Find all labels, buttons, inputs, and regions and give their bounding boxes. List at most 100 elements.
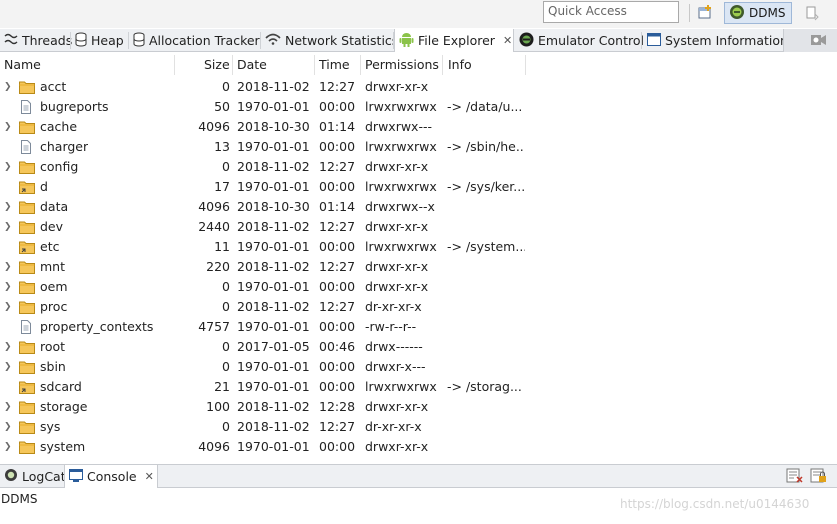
table-row[interactable]: charger 13 1970-01-01 00:00 lrwxrwxrwx -> /sb… — [0, 137, 837, 157]
file-time: 12:27 — [319, 419, 356, 434]
tab-label: System Information — [665, 33, 788, 48]
file-date: 2017-01-05 — [237, 339, 310, 354]
tab-label: Console — [87, 469, 137, 484]
expand-arrow-icon[interactable]: ❯ — [4, 217, 14, 237]
tab-file-explorer[interactable]: File Explorer ✕ — [394, 29, 514, 52]
file-date: 1970-01-01 — [237, 439, 310, 454]
tab-emulator-control[interactable]: Emulator Control — [515, 29, 644, 52]
quick-access-input[interactable]: Quick Access — [543, 1, 679, 23]
column-header-permissions[interactable]: Permissions — [361, 53, 439, 77]
file-name: charger — [40, 139, 89, 154]
expand-arrow-icon[interactable]: ❯ — [4, 297, 14, 317]
perspective-menu-icon[interactable] — [803, 4, 821, 22]
table-row[interactable]: sdcard 21 1970-01-01 00:00 lrwxrwxrwx -> /sto… — [0, 377, 837, 397]
tab-label: Network Statistics — [285, 33, 399, 48]
table-row[interactable]: ❯ sbin 0 1970-01-01 00:00 drwxr-x--- — [0, 357, 837, 377]
file-date: 1970-01-01 — [237, 279, 310, 294]
tab-network-statistics[interactable]: Network Statistics — [261, 29, 398, 52]
column-header-info[interactable]: Info — [444, 53, 472, 77]
expand-arrow-icon[interactable]: ❯ — [4, 337, 14, 357]
table-row[interactable]: d 17 1970-01-01 00:00 lrwxrwxrwx -> /sys/ker.… — [0, 177, 837, 197]
file-name: cache — [40, 119, 78, 134]
table-row[interactable]: ❯ cache 4096 2018-10-30 01:14 drwxrwx--- — [0, 117, 837, 137]
screen-capture-icon[interactable] — [810, 32, 828, 51]
expand-arrow-icon[interactable]: ❯ — [4, 437, 14, 457]
file-permissions: drwxrwx--- — [365, 119, 432, 134]
file-permissions: drwxr-xr-x — [365, 399, 429, 414]
file-permissions: drwxrwx--x — [365, 199, 435, 214]
expand-arrow-icon[interactable]: ❯ — [4, 357, 14, 377]
expand-arrow-icon[interactable]: ❯ — [4, 117, 14, 137]
folder-icon — [19, 400, 35, 414]
column-header-date[interactable]: Date — [233, 53, 267, 77]
table-row[interactable]: ❯ system 4096 1970-01-01 00:00 drwxr-xr-x — [0, 437, 837, 457]
folder-icon — [19, 120, 35, 134]
main-toolbar: Quick Access DDMS — [0, 0, 837, 28]
table-row[interactable]: ❯ data 4096 2018-10-30 01:14 drwxrwx--x — [0, 197, 837, 217]
file-date: 2018-11-02 — [237, 399, 310, 414]
column-header-size[interactable]: Size — [200, 53, 230, 77]
table-row[interactable]: etc 11 1970-01-01 00:00 lrwxrwxrwx -> /system… — [0, 237, 837, 257]
table-row[interactable]: ❯ oem 0 1970-01-01 00:00 drwxr-xr-x — [0, 277, 837, 297]
table-row[interactable]: ❯ storage 100 2018-11-02 12:28 drwxr-xr-x — [0, 397, 837, 417]
table-row[interactable]: ❯ mnt 220 2018-11-02 12:27 drwxr-xr-x — [0, 257, 837, 277]
close-icon[interactable]: ✕ — [145, 470, 154, 483]
folder-icon — [19, 220, 35, 234]
file-size: 4096 — [198, 439, 230, 454]
table-row[interactable]: property_contexts 4757 1970-01-01 00:00 -rw-… — [0, 317, 837, 337]
tab-heap[interactable]: Heap — [71, 29, 129, 52]
file-size: 100 — [206, 399, 230, 414]
expand-arrow-icon[interactable]: ❯ — [4, 417, 14, 437]
file-permissions: dr-xr-xr-x — [365, 299, 422, 314]
tab-logcat[interactable]: LogCat — [0, 465, 66, 488]
column-header-time[interactable]: Time — [315, 53, 350, 77]
file-date: 2018-10-30 — [237, 199, 310, 214]
table-row[interactable]: ❯ root 0 2017-01-05 00:46 drwx------ — [0, 337, 837, 357]
expand-arrow-icon[interactable]: ❯ — [4, 197, 14, 217]
expand-arrow-icon[interactable]: ❯ — [4, 277, 14, 297]
file-date: 2018-11-02 — [237, 299, 310, 314]
table-row[interactable]: ❯ acct 0 2018-11-02 12:27 drwxr-xr-x — [0, 77, 837, 97]
expand-arrow-icon[interactable]: ❯ — [4, 77, 14, 97]
file-time: 00:00 — [319, 439, 356, 454]
ddms-icon — [729, 4, 745, 23]
folder-icon — [19, 300, 35, 314]
file-explorer-table: Name Size Date Time Permissions Info ❯ ac… — [0, 53, 837, 460]
clear-console-icon[interactable] — [786, 468, 804, 487]
file-size: 4757 — [198, 319, 230, 334]
table-row[interactable]: ❯ sys 0 2018-11-02 12:27 dr-xr-xr-x — [0, 417, 837, 437]
expand-arrow-icon[interactable]: ❯ — [4, 257, 14, 277]
file-date: 2018-11-02 — [237, 259, 310, 274]
file-time: 00:00 — [319, 139, 356, 154]
file-size: 220 — [206, 259, 230, 274]
tab-system-information[interactable]: System Information — [643, 29, 788, 52]
open-perspective-icon[interactable] — [696, 4, 714, 22]
tab-allocation-tracker[interactable]: Allocation Tracker — [129, 29, 261, 52]
file-time: 00:00 — [319, 99, 356, 114]
ddms-perspective-button[interactable]: DDMS — [724, 2, 792, 24]
column-header-name[interactable]: Name — [0, 53, 174, 77]
file-name: dev — [40, 219, 64, 234]
file-date: 2018-10-30 — [237, 119, 310, 134]
file-permissions: drwxr-xr-x — [365, 439, 429, 454]
file-icon — [19, 100, 35, 114]
folder-link-icon — [19, 180, 35, 194]
scroll-lock-icon[interactable] — [810, 468, 828, 487]
close-icon[interactable]: ✕ — [503, 34, 512, 47]
file-permissions: drwxr-xr-x — [365, 79, 429, 94]
file-size: 0 — [222, 359, 230, 374]
table-row[interactable]: ❯ dev 2440 2018-11-02 12:27 drwxr-xr-x — [0, 217, 837, 237]
folder-icon — [19, 440, 35, 454]
expand-arrow-icon[interactable]: ❯ — [4, 157, 14, 177]
table-row[interactable]: bugreports 50 1970-01-01 00:00 lrwxrwxrwx -> … — [0, 97, 837, 117]
file-name: d — [40, 179, 48, 194]
tab-threads[interactable]: Threads — [0, 29, 72, 52]
file-permissions: drwxr-x--- — [365, 359, 426, 374]
table-row[interactable]: ❯ config 0 2018-11-02 12:27 drwxr-xr-x — [0, 157, 837, 177]
folder-link-icon — [19, 380, 35, 394]
expand-arrow-icon[interactable]: ❯ — [4, 397, 14, 417]
table-row[interactable]: ❯ proc 0 2018-11-02 12:27 dr-xr-xr-x — [0, 297, 837, 317]
file-permissions: drwx------ — [365, 339, 423, 354]
tab-console[interactable]: Console ✕ — [64, 465, 158, 488]
file-permissions: lrwxrwxrwx — [365, 379, 437, 394]
